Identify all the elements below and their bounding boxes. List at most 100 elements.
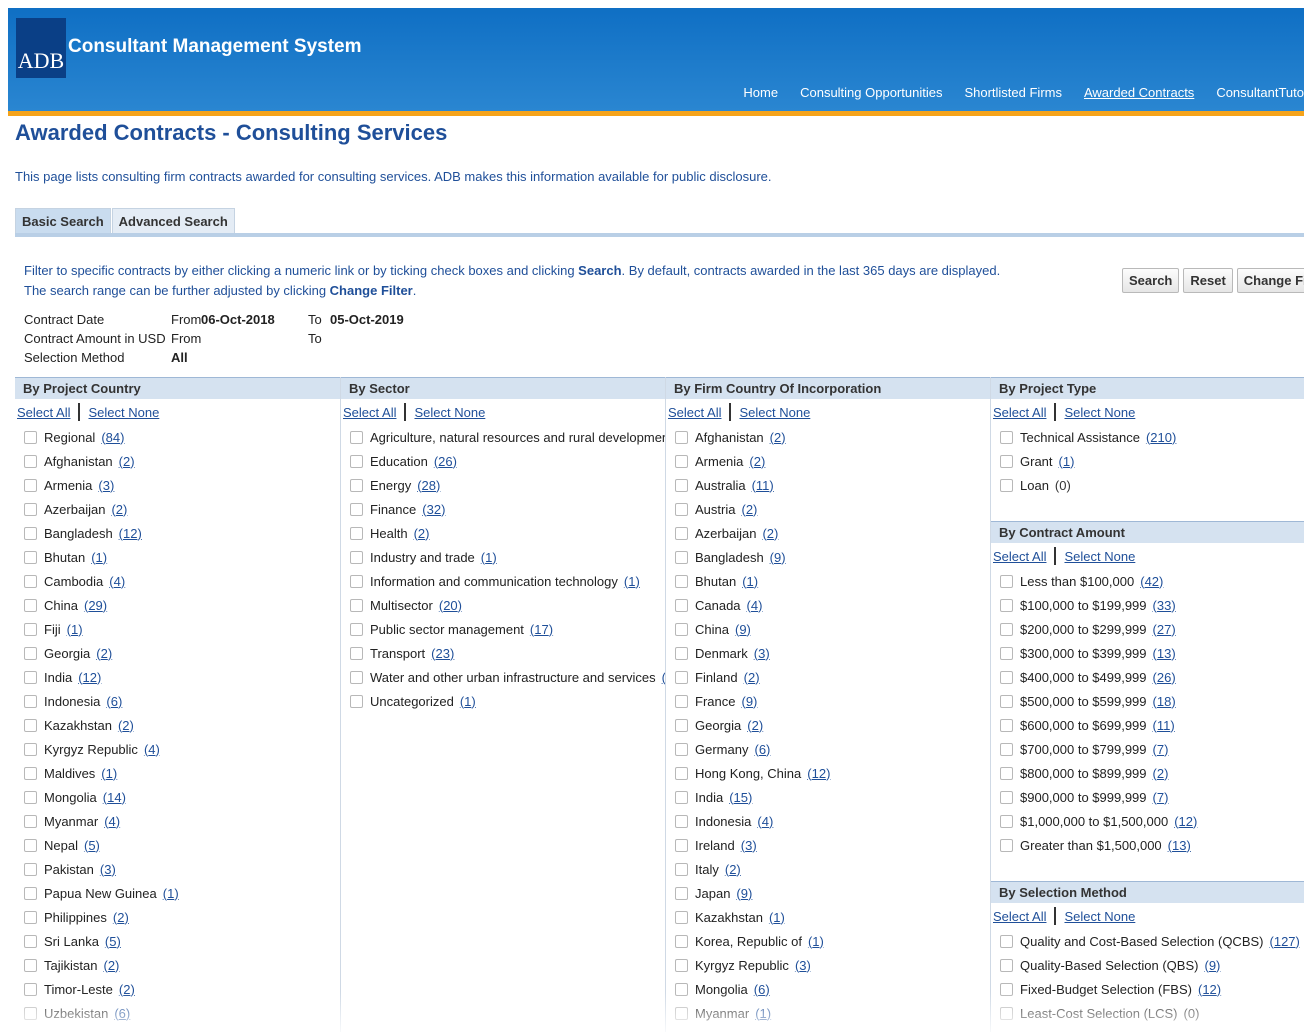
count-link[interactable]: (26) bbox=[434, 454, 457, 469]
count-link[interactable]: (9) bbox=[736, 886, 752, 901]
count-value[interactable]: 1 bbox=[760, 1006, 767, 1021]
checkbox[interactable] bbox=[675, 790, 688, 804]
count-link[interactable]: (6) bbox=[106, 694, 122, 709]
checkbox[interactable] bbox=[675, 574, 688, 588]
count-value[interactable]: 1 bbox=[747, 574, 754, 589]
select-none-link[interactable]: Select None bbox=[1064, 909, 1135, 924]
count-value[interactable]: 1 bbox=[628, 574, 635, 589]
count-link[interactable]: (15) bbox=[729, 790, 752, 805]
count-link[interactable]: (1) bbox=[460, 694, 476, 709]
count-value[interactable]: 127 bbox=[1274, 934, 1296, 949]
count-value[interactable]: 26 bbox=[438, 454, 452, 469]
count-value[interactable]: 4 bbox=[751, 598, 758, 613]
count-value[interactable]: 13 bbox=[1172, 838, 1186, 853]
count-link[interactable]: (2) bbox=[414, 526, 430, 541]
checkbox[interactable] bbox=[1000, 454, 1013, 468]
select-all-link[interactable]: Select All bbox=[993, 405, 1046, 420]
checkbox[interactable] bbox=[1000, 958, 1013, 972]
count-link[interactable]: (5) bbox=[84, 838, 100, 853]
count-link[interactable]: (6) bbox=[114, 1006, 130, 1021]
count-value[interactable]: 1 bbox=[167, 886, 174, 901]
count-link[interactable]: (12) bbox=[807, 766, 830, 781]
count-link[interactable]: (7) bbox=[1153, 790, 1169, 805]
checkbox[interactable] bbox=[24, 790, 37, 804]
count-value[interactable]: 9 bbox=[774, 550, 781, 565]
checkbox[interactable] bbox=[350, 670, 363, 684]
count-link[interactable]: (1) bbox=[163, 886, 179, 901]
count-link[interactable]: (1) bbox=[808, 934, 824, 949]
count-link[interactable]: (4) bbox=[757, 814, 773, 829]
count-link[interactable]: (9) bbox=[741, 694, 757, 709]
count-link[interactable]: (2) bbox=[113, 910, 129, 925]
checkbox[interactable] bbox=[675, 622, 688, 636]
count-link[interactable]: (11) bbox=[752, 478, 774, 493]
checkbox[interactable] bbox=[24, 430, 37, 444]
checkbox[interactable] bbox=[350, 574, 363, 588]
reset-button[interactable]: Reset bbox=[1183, 268, 1233, 293]
checkbox[interactable] bbox=[1000, 742, 1013, 756]
checkbox[interactable] bbox=[1000, 646, 1013, 660]
count-value[interactable]: 12 bbox=[83, 670, 97, 685]
count-link[interactable]: (3) bbox=[795, 958, 811, 973]
count-link[interactable]: (12) bbox=[119, 526, 142, 541]
count-value[interactable]: 33 bbox=[1157, 598, 1171, 613]
checkbox[interactable] bbox=[1000, 694, 1013, 708]
checkbox[interactable] bbox=[675, 646, 688, 660]
checkbox[interactable] bbox=[675, 742, 688, 756]
checkbox[interactable] bbox=[675, 550, 688, 564]
checkbox[interactable] bbox=[675, 598, 688, 612]
count-link[interactable]: (9) bbox=[735, 622, 751, 637]
count-value[interactable]: 15 bbox=[734, 790, 748, 805]
count-link[interactable]: (84) bbox=[101, 430, 124, 445]
checkbox[interactable] bbox=[24, 862, 37, 876]
count-link[interactable]: (1) bbox=[755, 1006, 771, 1021]
select-all-link[interactable]: Select All bbox=[343, 405, 396, 420]
count-link[interactable]: (12) bbox=[1174, 814, 1197, 829]
count-link[interactable]: (2) bbox=[741, 502, 757, 517]
checkbox[interactable] bbox=[675, 1006, 688, 1020]
count-value[interactable]: 26 bbox=[1157, 670, 1171, 685]
count-link[interactable]: (1) bbox=[624, 574, 640, 589]
count-value[interactable]: 2 bbox=[748, 670, 755, 685]
checkbox[interactable] bbox=[350, 430, 363, 444]
count-value[interactable]: 4 bbox=[148, 742, 155, 757]
checkbox[interactable] bbox=[1000, 622, 1013, 636]
count-link[interactable]: (5) bbox=[105, 934, 121, 949]
count-value[interactable]: 9 bbox=[741, 886, 748, 901]
count-value[interactable]: 9 bbox=[1209, 958, 1216, 973]
count-value[interactable]: 3 bbox=[799, 958, 806, 973]
count-value[interactable]: 9 bbox=[739, 622, 746, 637]
count-link[interactable]: (1) bbox=[742, 574, 758, 589]
count-link[interactable]: (3) bbox=[100, 862, 116, 877]
count-link[interactable]: (2) bbox=[111, 502, 127, 517]
count-value[interactable]: 3 bbox=[104, 862, 111, 877]
checkbox[interactable] bbox=[1000, 574, 1013, 588]
count-value[interactable]: 1 bbox=[773, 910, 780, 925]
checkbox[interactable] bbox=[24, 934, 37, 948]
checkbox[interactable] bbox=[1000, 718, 1013, 732]
count-link[interactable]: (20) bbox=[439, 598, 462, 613]
count-value[interactable]: 2 bbox=[767, 526, 774, 541]
count-link[interactable]: (33) bbox=[1153, 598, 1176, 613]
count-value[interactable]: 210 bbox=[1150, 430, 1172, 445]
checkbox[interactable] bbox=[350, 454, 363, 468]
count-value[interactable]: 2 bbox=[108, 958, 115, 973]
checkbox[interactable] bbox=[675, 958, 688, 972]
count-link[interactable]: (4) bbox=[104, 814, 120, 829]
select-none-link[interactable]: Select None bbox=[739, 405, 810, 420]
select-all-link[interactable]: Select All bbox=[17, 405, 70, 420]
count-value[interactable]: 2 bbox=[123, 454, 130, 469]
count-link[interactable]: (2) bbox=[762, 526, 778, 541]
count-value[interactable]: 2 bbox=[101, 646, 108, 661]
count-link[interactable]: (23) bbox=[431, 646, 454, 661]
checkbox[interactable] bbox=[675, 886, 688, 900]
count-value[interactable]: 2 bbox=[774, 430, 781, 445]
count-value[interactable]: 11 bbox=[756, 478, 770, 493]
count-value[interactable]: 2 bbox=[117, 910, 124, 925]
checkbox[interactable] bbox=[24, 670, 37, 684]
count-value[interactable]: 3 bbox=[103, 478, 110, 493]
count-value[interactable]: 18 bbox=[1157, 694, 1171, 709]
count-value[interactable]: 17 bbox=[534, 622, 548, 637]
select-all-link[interactable]: Select All bbox=[668, 405, 721, 420]
checkbox[interactable] bbox=[675, 838, 688, 852]
